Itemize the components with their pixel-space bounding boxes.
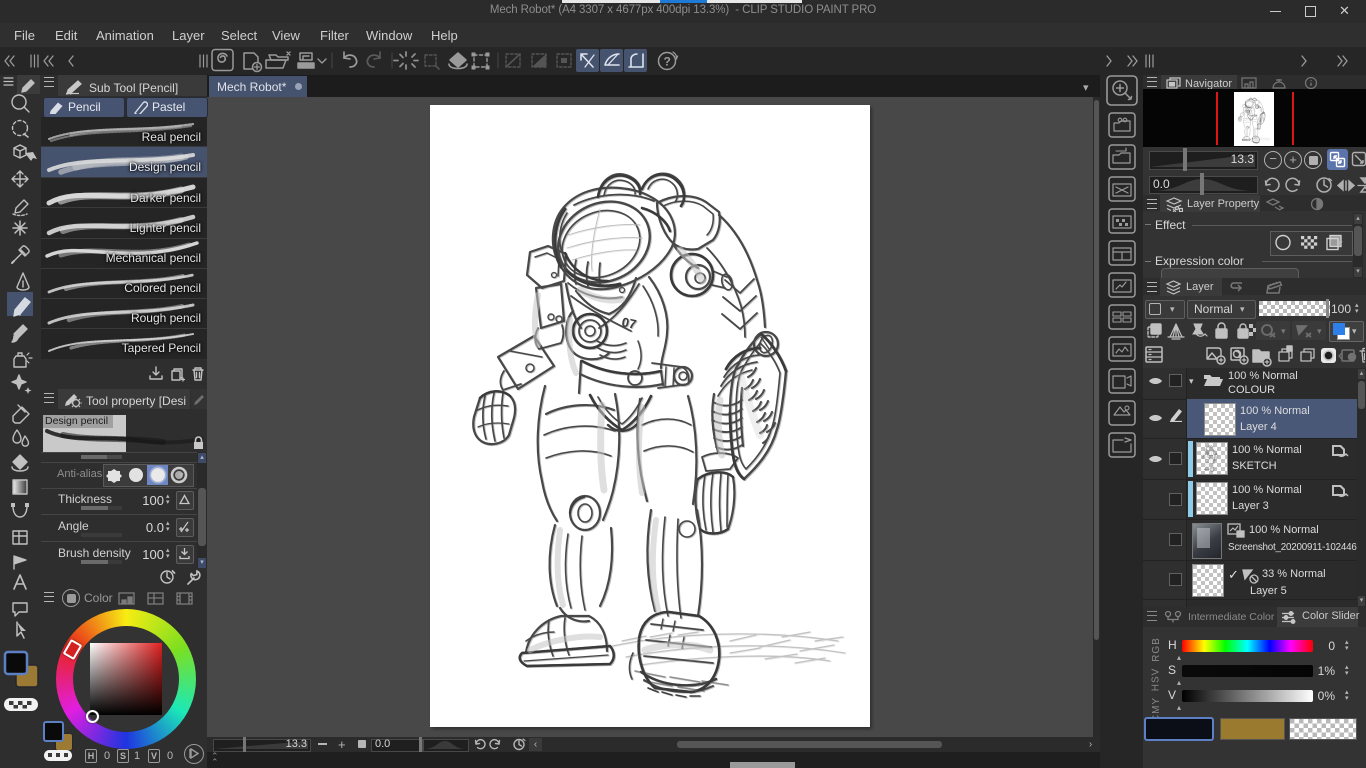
- svg-text:?: ?: [664, 55, 671, 69]
